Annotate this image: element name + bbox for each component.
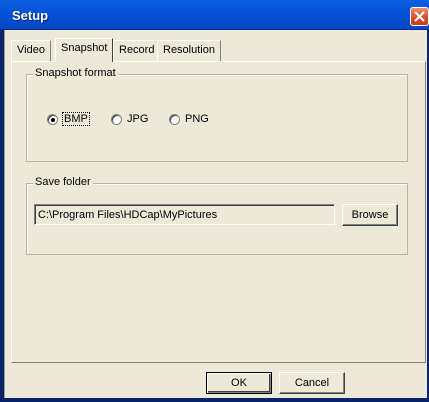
radio-label-png: PNG (185, 113, 209, 125)
snapshot-tab-panel: Snapshot format BMP JPG PNG Save folder … (11, 61, 426, 363)
tab-record[interactable]: Record (113, 40, 161, 61)
tab-label: Video (17, 44, 45, 56)
tab-video[interactable]: Video (11, 40, 51, 61)
window-bottom-border (4, 398, 427, 402)
cancel-button[interactable]: Cancel (279, 372, 345, 394)
radio-label-bmp: BMP (62, 112, 90, 126)
ok-button[interactable]: OK (206, 372, 272, 394)
title-bar[interactable]: Setup (0, 0, 429, 30)
close-icon (414, 11, 425, 22)
tab-resolution[interactable]: Resolution (157, 40, 221, 61)
tab-label: Snapshot (61, 42, 108, 54)
close-button[interactable] (410, 7, 429, 26)
tab-label: Resolution (163, 44, 215, 56)
window-title: Setup (12, 8, 49, 23)
save-folder-group: Save folder C:\Program Files\HDCap\MyPic… (26, 176, 408, 255)
tab-snapshot[interactable]: Snapshot (55, 38, 114, 62)
radio-png[interactable]: PNG (169, 113, 209, 125)
setup-dialog: Setup Video Snapshot Record Resolution S… (0, 0, 429, 402)
radio-jpg[interactable]: JPG (111, 113, 148, 125)
save-folder-legend: Save folder (33, 176, 93, 188)
snapshot-format-legend: Snapshot format (33, 67, 118, 79)
radio-button[interactable] (169, 113, 180, 125)
radio-button-checked[interactable] (47, 113, 58, 125)
radio-label-jpg: JPG (127, 113, 149, 125)
save-folder-path-field[interactable]: C:\Program Files\HDCap\MyPictures (34, 204, 335, 225)
dialog-body: Video Snapshot Record Resolution Snapsho… (4, 30, 427, 400)
radio-bmp[interactable]: BMP (47, 112, 90, 126)
browse-button[interactable]: Browse (342, 204, 398, 226)
snapshot-format-group: Snapshot format BMP JPG PNG (26, 67, 408, 162)
tab-label: Record (119, 44, 155, 56)
radio-button[interactable] (111, 113, 122, 125)
